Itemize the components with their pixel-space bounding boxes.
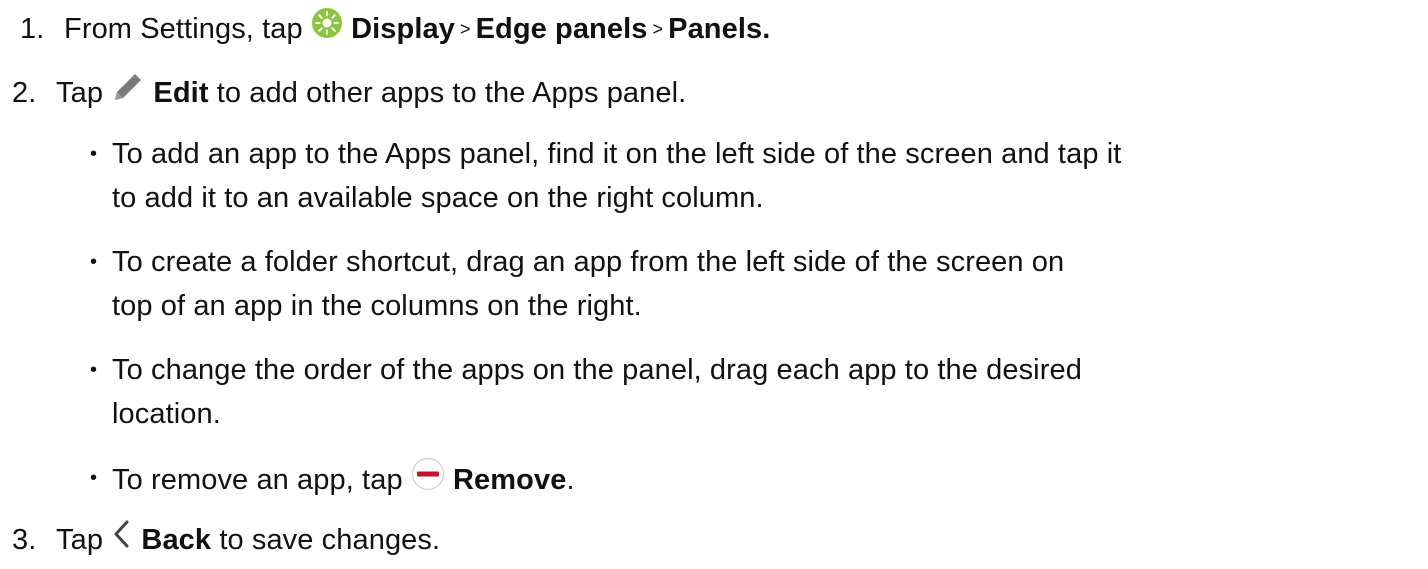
bullet-4: To remove an app, tap Remove. (112, 457, 575, 503)
edge-panels-label: Edge panels (475, 13, 648, 46)
step-number: 3. (12, 524, 37, 557)
bullet-text: To remove an app, tap (112, 464, 403, 497)
bullet-dot: • (90, 251, 98, 273)
step-text: From Settings, tap (64, 13, 303, 46)
step-1: 1. From Settings, tap Display > Edge panels… (20, 7, 771, 51)
bullet-dot: • (90, 467, 98, 489)
step-3: 3. Tap Back to save changes. (12, 518, 441, 562)
bullet-2-line-1: To create a folder shortcut, drag an app… (112, 246, 1065, 278)
panels-label: Panels. (668, 13, 771, 46)
step-number: 1. (20, 13, 45, 46)
separator: > (459, 18, 471, 39)
step-text: Tap (56, 524, 104, 557)
back-chevron-icon (111, 518, 133, 559)
display-settings-icon (311, 7, 343, 48)
edit-pencil-icon (111, 70, 145, 113)
bullet-dot: • (90, 143, 98, 165)
instructions-document: 1. From Settings, tap Display > Edge panels… (0, 0, 1428, 569)
bullet-1-line-1: To add an app to the Apps panel, find it… (112, 138, 1122, 170)
remove-minus-icon (411, 457, 445, 500)
step-2: 2. Tap Edit to add other apps to the Apps… (12, 73, 686, 116)
bullet-dot: • (90, 359, 98, 381)
step-number: 2. (12, 77, 37, 110)
step-text: Tap (56, 77, 104, 110)
step-text: to add other apps to the Apps panel. (216, 77, 687, 110)
bullet-text-end: . (566, 464, 575, 497)
bullet-3-line-1: To change the order of the apps on the p… (112, 354, 1082, 386)
display-label: Display (351, 13, 455, 46)
edit-label: Edit (153, 77, 209, 110)
step-text: to save changes. (219, 524, 441, 557)
remove-label: Remove (453, 464, 567, 497)
separator: > (652, 18, 664, 39)
bullet-3-line-2: location. (112, 398, 221, 430)
bullet-2-line-2: top of an app in the columns on the righ… (112, 290, 642, 322)
back-label: Back (141, 524, 212, 557)
bullet-1-line-2: to add it to an available space on the r… (112, 182, 764, 214)
